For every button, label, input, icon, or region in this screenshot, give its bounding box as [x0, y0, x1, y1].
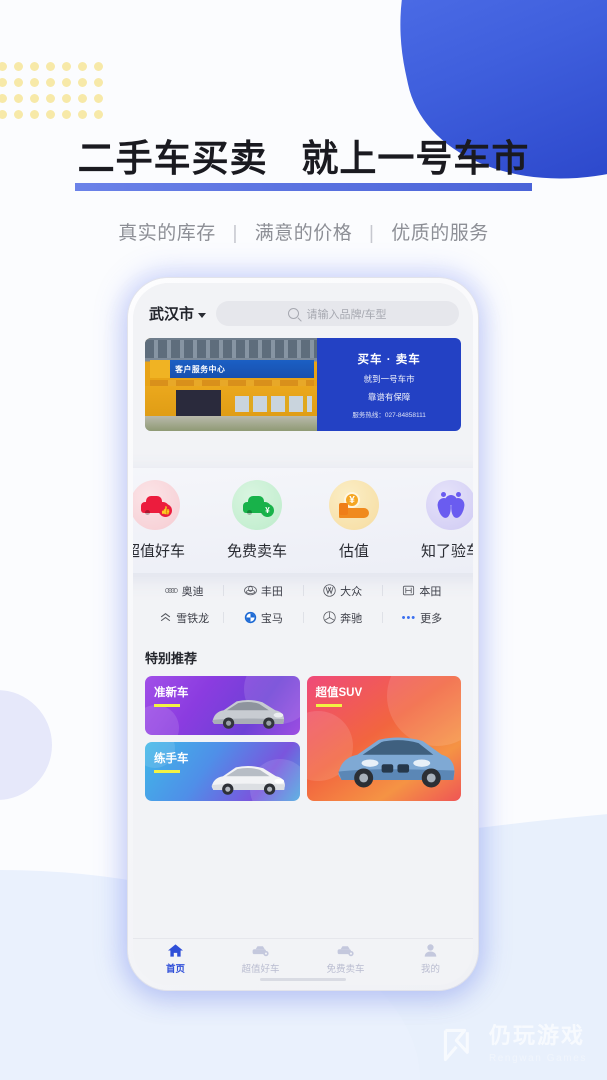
- tab-label: 超值好车: [241, 964, 280, 975]
- filter-brand-volkswagen[interactable]: 大众: [304, 583, 382, 599]
- bottom-tab-bar: 首页 超值好车 免费卖车 我的: [133, 938, 473, 985]
- filter-brand-more[interactable]: ••• 更多: [383, 610, 461, 626]
- quick-action-label: 免费卖车: [226, 543, 287, 560]
- brand-label: 奔驰: [340, 612, 363, 625]
- brand-filter-row-2: 雪铁龙 宝马 奔驰 ••• 更多: [145, 604, 461, 631]
- recommend-card-new[interactable]: 准新车: [145, 676, 300, 735]
- city-selector[interactable]: 武汉市: [149, 303, 207, 324]
- filter-brand-bmw[interactable]: 宝马: [224, 610, 302, 626]
- recommend-grid: 准新车 练手车 超值SUV: [145, 676, 461, 801]
- recommend-card-tag: 练手车: [154, 750, 189, 773]
- watermark-cn: 仍玩游戏: [488, 1023, 585, 1048]
- tab-profile[interactable]: 我的: [388, 943, 473, 975]
- volkswagen-logo-icon: [323, 584, 336, 597]
- brand-label: 丰田: [260, 585, 283, 598]
- tab-label: 首页: [165, 964, 185, 975]
- rengwan-logo-icon: [440, 1025, 480, 1065]
- subtitle-separator: |: [232, 223, 238, 244]
- yellow-dot-grid: [0, 58, 106, 122]
- hero-banner[interactable]: 客户服务中心 买车 · 卖车 就到一号车市 靠谱有保障 服务热线：027-848…: [145, 338, 461, 431]
- home-indicator: [260, 978, 346, 981]
- subtitle-part-3: 优质的服务: [391, 223, 489, 244]
- car-illustration: [200, 761, 296, 796]
- storefront-sign: 客户服务中心: [150, 360, 314, 378]
- city-label: 武汉市: [149, 306, 195, 323]
- brand-label: 更多: [420, 612, 443, 625]
- tab-sell-car[interactable]: 免费卖车: [303, 943, 388, 975]
- chevron-down-icon: [198, 312, 207, 318]
- page-title: 二手车买卖 就上一号车市: [72, 128, 536, 191]
- car-thumbsup-icon: 👍: [133, 480, 180, 530]
- recommend-card-tag: 准新车: [154, 684, 189, 707]
- search-placeholder: 请输入品牌/车型: [306, 308, 387, 321]
- quick-action-good-cars[interactable]: 👍 超值好车: [133, 480, 185, 561]
- car-icon: [337, 943, 354, 958]
- lavender-circle: [0, 690, 52, 800]
- hand-coin-icon: ¥: [328, 480, 379, 530]
- mercedes-logo-icon: [323, 611, 336, 624]
- banner-promo-panel: 买车 · 卖车 就到一号车市 靠谱有保障 服务热线：027-84858111: [317, 338, 461, 431]
- watermark-en: Rengwan Games: [488, 1053, 587, 1064]
- storefront-photo: 客户服务中心: [145, 338, 318, 431]
- subtitle-part-1: 真实的库存: [118, 223, 216, 244]
- recommend-left-column: 准新车 练手车: [145, 676, 300, 801]
- quick-action-sell-car[interactable]: ¥ 免费卖车: [227, 480, 287, 561]
- home-icon: [167, 943, 184, 958]
- quick-actions-card: 👍 超值好车 ¥ 免费卖车: [133, 468, 473, 573]
- search-icon: [288, 308, 300, 319]
- tab-label: 免费卖车: [326, 964, 365, 975]
- watermark: 仍玩游戏 Rengwan Games: [440, 1024, 587, 1066]
- subtitle-separator: |: [369, 223, 375, 244]
- filter-brand-citroen[interactable]: 雪铁龙: [145, 610, 223, 626]
- filter-brand-honda[interactable]: 本田: [383, 583, 461, 599]
- hero-subtitle: 真实的库存 | 满意的价格 | 优质的服务: [0, 218, 607, 245]
- quick-action-valuation[interactable]: ¥ 估值: [328, 480, 379, 561]
- cicada-icon: [425, 480, 473, 530]
- brand-label: 大众: [340, 585, 363, 598]
- brand-filter-row-1: 奥迪 丰田 大众 本田: [145, 577, 461, 604]
- brand-label: 雪铁龙: [176, 612, 210, 625]
- recommend-card-tag: 超值SUV: [316, 684, 363, 707]
- citroen-logo-icon: [159, 611, 172, 624]
- filter-brand-audi[interactable]: 奥迪: [145, 583, 223, 599]
- recommend-card-suv[interactable]: 超值SUV: [306, 676, 461, 801]
- promo-line-3: 靠谱有保障: [367, 391, 411, 402]
- honda-logo-icon: [402, 584, 415, 597]
- quick-action-label: 估值: [338, 543, 369, 560]
- subtitle-part-2: 满意的价格: [254, 223, 353, 244]
- phone-screen: 武汉市 请输入品牌/车型 客户服务中心 买车 · 卖车 就到一号车市 靠谱有保障…: [133, 283, 473, 985]
- promo-line-2: 就到一号车市: [363, 373, 415, 384]
- hero-text-block: 二手车买卖 就上一号车市 真实的库存 | 满意的价格 | 优质的服务: [0, 128, 607, 245]
- recommend-card-practice[interactable]: 练手车: [145, 742, 300, 801]
- promo-title: 买车 · 卖车: [357, 353, 421, 366]
- brand-label: 奥迪: [181, 585, 204, 598]
- phone-mockup: 武汉市 请输入品牌/车型 客户服务中心 买车 · 卖车 就到一号车市 靠谱有保障…: [128, 278, 478, 990]
- quick-action-inspection[interactable]: 知了验车: [421, 480, 473, 561]
- more-dots-icon: •••: [401, 611, 417, 624]
- search-input[interactable]: 请输入品牌/车型: [216, 301, 459, 326]
- car-yuan-icon: ¥: [231, 480, 282, 530]
- brand-label: 宝马: [260, 612, 283, 625]
- brand-label: 本田: [419, 585, 442, 598]
- tab-good-cars[interactable]: 超值好车: [218, 943, 303, 975]
- storefront-sign-text: 客户服务中心: [174, 364, 226, 374]
- promo-hotline: 服务热线：027-84858111: [352, 411, 426, 419]
- watermark-text: 仍玩游戏 Rengwan Games: [489, 1024, 587, 1066]
- bmw-logo-icon: [244, 611, 257, 624]
- car-icon: [252, 943, 269, 958]
- quick-action-label: 超值好车: [133, 543, 185, 560]
- tab-home[interactable]: 首页: [133, 943, 218, 975]
- toyota-logo-icon: [244, 584, 257, 597]
- car-illustration: [332, 725, 459, 795]
- quick-action-label: 知了验车: [420, 543, 473, 560]
- filter-brand-toyota[interactable]: 丰田: [224, 583, 302, 599]
- tab-label: 我的: [420, 964, 440, 975]
- car-illustration: [200, 695, 296, 730]
- app-header: 武汉市 请输入品牌/车型: [133, 283, 473, 338]
- user-icon: [422, 943, 439, 958]
- recommend-section-title: 特别推荐: [145, 651, 198, 666]
- filter-brand-mercedes[interactable]: 奔驰: [304, 610, 382, 626]
- audi-logo-icon: [164, 584, 178, 597]
